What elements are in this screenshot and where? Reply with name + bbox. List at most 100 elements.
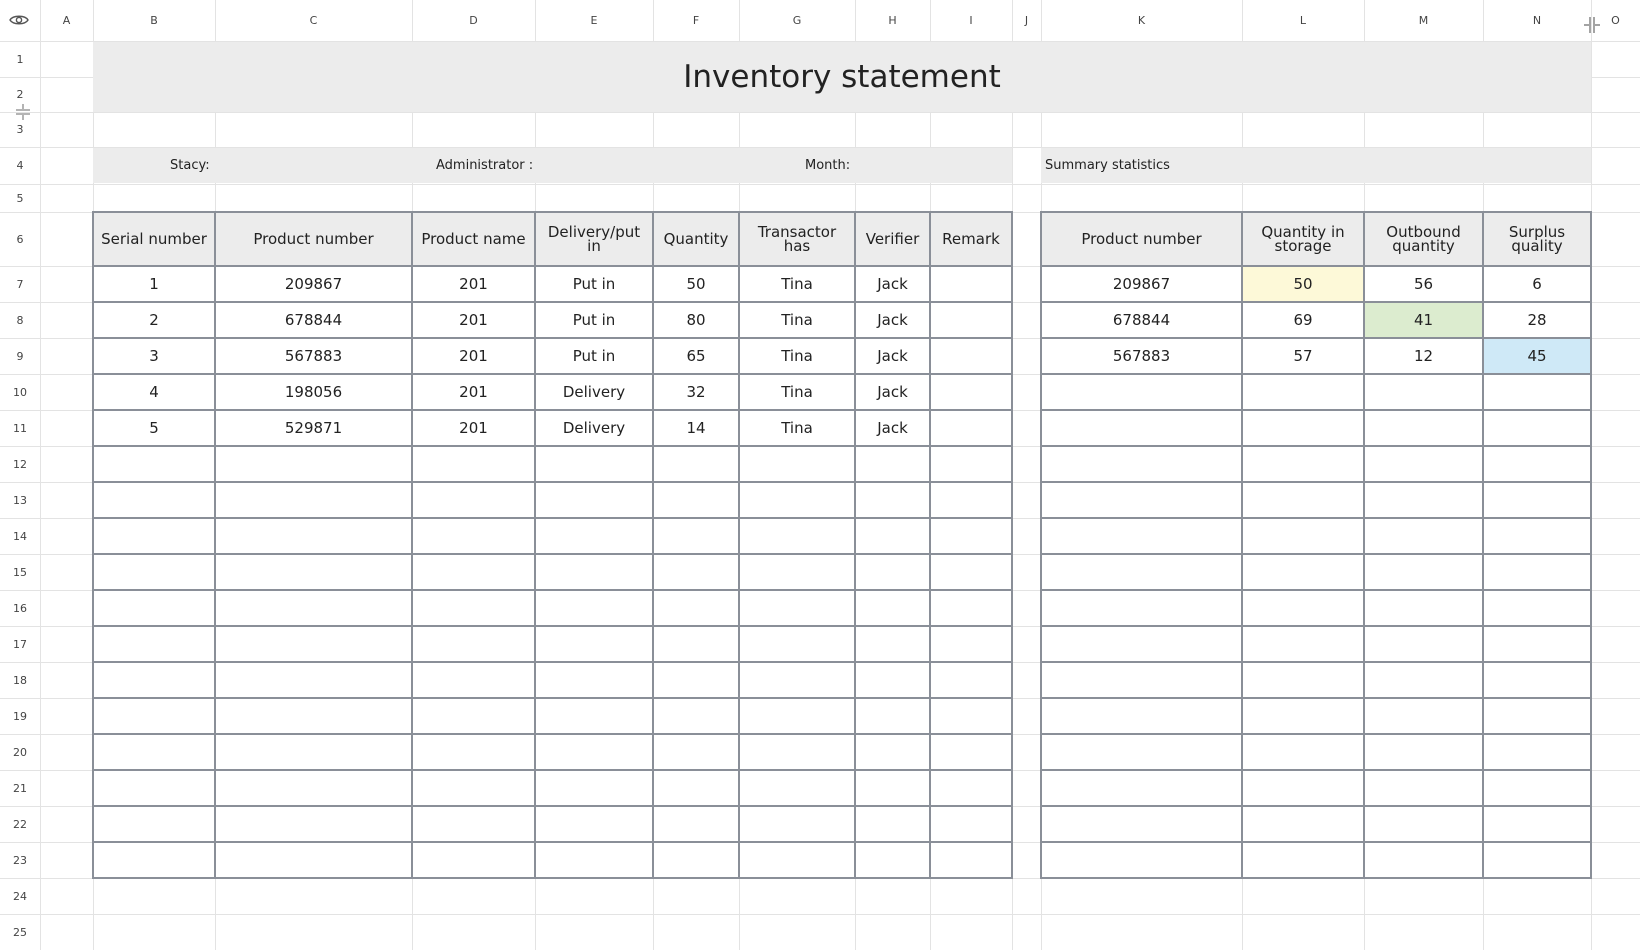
- main-table-cell[interactable]: [930, 302, 1012, 338]
- main-header-cell[interactable]: Remark: [930, 212, 1012, 266]
- main-table-cell[interactable]: [930, 410, 1012, 446]
- column-header-i[interactable]: I: [930, 0, 1012, 41]
- row-header-20[interactable]: 20: [0, 734, 40, 770]
- main-table-cell[interactable]: 4: [93, 374, 215, 410]
- main-table-cell[interactable]: 201: [412, 410, 535, 446]
- summary-header-cell[interactable]: Quantity in storage: [1242, 212, 1364, 266]
- summary-table-cell[interactable]: 56: [1364, 266, 1483, 302]
- main-table-cell[interactable]: Jack: [855, 410, 930, 446]
- summary-table-cell[interactable]: 41: [1364, 302, 1483, 338]
- main-table-cell[interactable]: 198056: [215, 374, 412, 410]
- main-header-cell[interactable]: Serial number: [93, 212, 215, 266]
- main-table-cell[interactable]: Jack: [855, 338, 930, 374]
- main-table-cell[interactable]: 567883: [215, 338, 412, 374]
- main-table-cell[interactable]: Tina: [739, 338, 855, 374]
- summary-header-cell[interactable]: Product number: [1041, 212, 1242, 266]
- main-table-cell[interactable]: Jack: [855, 302, 930, 338]
- main-header-cell[interactable]: Transactor has: [739, 212, 855, 266]
- row-resize-handle-icon[interactable]: [13, 103, 33, 121]
- row-header-25[interactable]: 25: [0, 914, 40, 950]
- main-table-cell[interactable]: Jack: [855, 266, 930, 302]
- column-header-k[interactable]: K: [1041, 0, 1242, 41]
- main-table-cell[interactable]: 209867: [215, 266, 412, 302]
- column-header-a[interactable]: A: [40, 0, 93, 41]
- main-table-cell[interactable]: Put in: [535, 338, 653, 374]
- row-header-1[interactable]: 1: [0, 41, 40, 77]
- page-title[interactable]: Inventory statement: [93, 42, 1591, 112]
- main-table-cell[interactable]: 201: [412, 374, 535, 410]
- main-table-cell[interactable]: Jack: [855, 374, 930, 410]
- main-header-cell[interactable]: Verifier: [855, 212, 930, 266]
- main-table-cell[interactable]: Delivery: [535, 410, 653, 446]
- main-table-cell[interactable]: Put in: [535, 302, 653, 338]
- summary-table-cell[interactable]: 69: [1242, 302, 1364, 338]
- summary-table-cell[interactable]: 50: [1242, 266, 1364, 302]
- summary-table-cell[interactable]: 6: [1483, 266, 1591, 302]
- summary-table-cell[interactable]: 12: [1364, 338, 1483, 374]
- column-header-j[interactable]: J: [1012, 0, 1041, 41]
- row-header-17[interactable]: 17: [0, 626, 40, 662]
- column-header-f[interactable]: F: [653, 0, 739, 41]
- column-header-c[interactable]: C: [215, 0, 412, 41]
- summary-table-cell[interactable]: 209867: [1041, 266, 1242, 302]
- main-table-cell[interactable]: 201: [412, 302, 535, 338]
- main-header-cell[interactable]: Delivery/put in: [535, 212, 653, 266]
- main-table-cell[interactable]: [930, 266, 1012, 302]
- main-table-cell[interactable]: 201: [412, 266, 535, 302]
- main-table-cell[interactable]: [930, 338, 1012, 374]
- main-table-cell[interactable]: 80: [653, 302, 739, 338]
- main-header-cell[interactable]: Product name: [412, 212, 535, 266]
- column-header-l[interactable]: L: [1242, 0, 1364, 41]
- row-header-9[interactable]: 9: [0, 338, 40, 374]
- main-table-cell[interactable]: 32: [653, 374, 739, 410]
- eye-icon[interactable]: [8, 12, 30, 28]
- main-table-cell[interactable]: 1: [93, 266, 215, 302]
- column-header-m[interactable]: M: [1364, 0, 1483, 41]
- row-header-24[interactable]: 24: [0, 878, 40, 914]
- summary-table-cell[interactable]: 567883: [1041, 338, 1242, 374]
- row-header-6[interactable]: 6: [0, 212, 40, 266]
- main-table-cell[interactable]: Tina: [739, 374, 855, 410]
- row-header-19[interactable]: 19: [0, 698, 40, 734]
- administrator-label[interactable]: Administrator :: [436, 148, 533, 183]
- row-header-18[interactable]: 18: [0, 662, 40, 698]
- row-header-4[interactable]: 4: [0, 147, 40, 184]
- main-table-cell[interactable]: 529871: [215, 410, 412, 446]
- row-header-8[interactable]: 8: [0, 302, 40, 338]
- row-header-13[interactable]: 13: [0, 482, 40, 518]
- row-header-5[interactable]: 5: [0, 184, 40, 212]
- summary-header-cell[interactable]: Surplus quality: [1483, 212, 1591, 266]
- column-header-g[interactable]: G: [739, 0, 855, 41]
- summary-table-cell[interactable]: 45: [1483, 338, 1591, 374]
- column-header-n[interactable]: N: [1483, 0, 1591, 41]
- row-header-21[interactable]: 21: [0, 770, 40, 806]
- column-header-d[interactable]: D: [412, 0, 535, 41]
- summary-table-cell[interactable]: 57: [1242, 338, 1364, 374]
- row-header-14[interactable]: 14: [0, 518, 40, 554]
- main-table-cell[interactable]: 65: [653, 338, 739, 374]
- row-header-11[interactable]: 11: [0, 410, 40, 446]
- column-header-e[interactable]: E: [535, 0, 653, 41]
- column-resize-handle-icon[interactable]: [1582, 15, 1602, 35]
- month-label[interactable]: Month:: [805, 148, 850, 183]
- main-table-cell[interactable]: Put in: [535, 266, 653, 302]
- main-table-cell[interactable]: [930, 374, 1012, 410]
- main-table-cell[interactable]: 5: [93, 410, 215, 446]
- row-header-16[interactable]: 16: [0, 590, 40, 626]
- row-header-12[interactable]: 12: [0, 446, 40, 482]
- summary-table-cell[interactable]: 28: [1483, 302, 1591, 338]
- main-table-cell[interactable]: 201: [412, 338, 535, 374]
- main-header-cell[interactable]: Product number: [215, 212, 412, 266]
- row-header-23[interactable]: 23: [0, 842, 40, 878]
- main-table-cell[interactable]: 14: [653, 410, 739, 446]
- main-table-cell[interactable]: 2: [93, 302, 215, 338]
- column-header-h[interactable]: H: [855, 0, 930, 41]
- summary-table-cell[interactable]: 678844: [1041, 302, 1242, 338]
- main-table-cell[interactable]: 3: [93, 338, 215, 374]
- row-header-15[interactable]: 15: [0, 554, 40, 590]
- main-table-cell[interactable]: Tina: [739, 266, 855, 302]
- summary-header-cell[interactable]: Outbound quantity: [1364, 212, 1483, 266]
- main-table-cell[interactable]: Tina: [739, 410, 855, 446]
- main-header-cell[interactable]: Quantity: [653, 212, 739, 266]
- main-table-cell[interactable]: Tina: [739, 302, 855, 338]
